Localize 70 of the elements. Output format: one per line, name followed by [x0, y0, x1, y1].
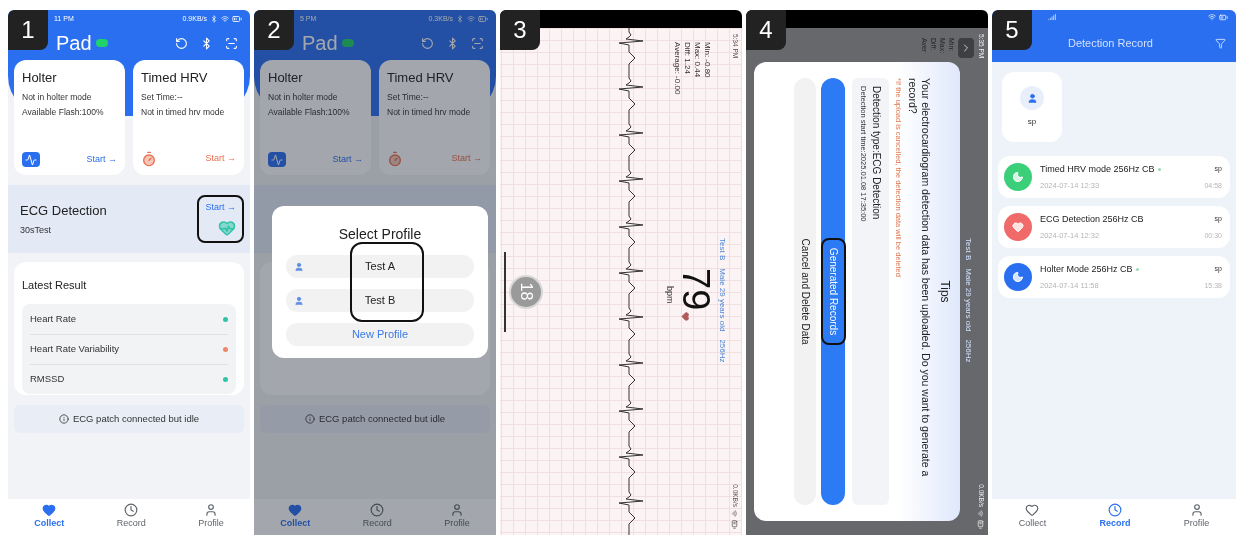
step-number-badge: 5	[992, 10, 1032, 50]
record-title: Timed HRV mode 256Hz CB	[1040, 162, 1155, 176]
notice-text: ECG patch connected but idle	[318, 411, 446, 426]
ecg-detection-card[interactable]: ECG Detection 30sTest Start →	[8, 185, 250, 253]
nav-tab[interactable]: Record	[1099, 503, 1131, 531]
step-number-badge: 1	[8, 10, 48, 50]
counter-badge: 18	[509, 274, 543, 309]
mode-card[interactable]: Holter Not in holter mode Available Flash:100% Start →	[14, 60, 125, 175]
mode-card[interactable]: Timed HRV Set Time:-- Not in timed hrv mode Start →	[379, 60, 490, 175]
card-title: ECG Detection	[20, 202, 107, 220]
metric-label: RMSSD	[30, 372, 65, 387]
card-status-text: Available Flash:100%	[268, 106, 351, 119]
stat-text: Average: -0.00	[672, 42, 682, 97]
new-profile-button[interactable]: New Profile	[286, 323, 474, 346]
subject-info: Male 29 years old	[963, 268, 974, 332]
dialog-message: Your electrocardiogram detection data has been uploaded. Do you want to generate a record?	[906, 78, 932, 479]
subject-info: Test B	[963, 238, 974, 261]
mode-card[interactable]: Timed HRV Set Time:-- Not in timed hrv mode Start →	[133, 60, 244, 175]
nav-tab[interactable]: Profile	[444, 503, 470, 531]
step-number-badge: 4	[746, 10, 786, 50]
card-title: Holter	[22, 69, 58, 87]
generate-records-button[interactable]: Generated Records	[821, 78, 846, 505]
metric-label: Heart Rate	[30, 311, 76, 326]
record-title: Holter Mode 256Hz CB	[1040, 262, 1133, 276]
record-title: ECG Detection 256Hz CB	[1040, 212, 1144, 226]
nav-tab[interactable]: Collect	[1018, 503, 1047, 531]
card-status-text: Set Time:--	[141, 90, 184, 104]
cancel-delete-button[interactable]: Cancel and Delete Data	[794, 78, 817, 505]
profile-option[interactable]: Test A	[286, 255, 474, 278]
subject-info: 256Hz	[717, 339, 728, 363]
card-title: Timed HRV	[387, 69, 455, 87]
dialog-title: Select Profile	[338, 225, 422, 244]
mode-card[interactable]: Holter Not in holter mode Available Flash:100% Start →	[260, 60, 371, 175]
heart-rate-value: 79	[676, 268, 716, 311]
page-title: Detection Record	[1068, 35, 1153, 51]
app-title: Pad	[302, 31, 338, 56]
metric-label: Heart Rate Variability	[30, 342, 120, 357]
card-status-text: Set Time:--	[387, 90, 430, 104]
stat-text: Diff: 1.24	[682, 42, 692, 76]
start-link[interactable]: Start →	[205, 201, 236, 215]
app-title: Pad	[56, 31, 92, 56]
nav-tab[interactable]: Profile	[1183, 503, 1210, 531]
subject-info: Male 29 years old	[717, 268, 728, 332]
card-status-text: Not in holter mode	[268, 90, 339, 104]
detection-detail: Detection type:ECG Detection	[869, 86, 883, 222]
card-status-text: Available Flash:100%	[22, 106, 105, 119]
card-subtitle: 30sTest	[20, 223, 53, 237]
card-status-text: Not in timed hrv mode	[387, 106, 472, 119]
subject-info: Test B	[717, 238, 728, 261]
start-link[interactable]: Start →	[86, 152, 117, 167]
card-title: Holter	[268, 69, 304, 87]
heart-rate-unit: bpm	[664, 285, 676, 304]
profile-name: sp	[1027, 116, 1037, 128]
nav-tab[interactable]: Record	[362, 503, 392, 531]
card-status-text: Not in holter mode	[22, 90, 93, 104]
nav-tab[interactable]: Collect	[34, 503, 65, 531]
profile-card[interactable]: sp	[1002, 72, 1062, 142]
stat-text: Max: 0.44	[692, 42, 702, 80]
dialog-title: Tips	[937, 280, 953, 303]
nav-tab[interactable]: Record	[116, 503, 146, 531]
notice-text: ECG patch connected but idle	[72, 411, 200, 426]
card-title: Timed HRV	[141, 69, 209, 87]
step-number-badge: 2	[254, 10, 294, 50]
step-number-badge: 3	[500, 10, 540, 50]
nav-tab[interactable]: Profile	[198, 503, 224, 531]
card-status-text: Not in timed hrv mode	[141, 106, 226, 119]
section-title: Latest Result	[22, 279, 87, 291]
subject-info: 256Hz	[963, 339, 974, 363]
stat-text: Min: -0.80	[702, 42, 712, 80]
profile-option[interactable]: Test B	[286, 289, 474, 312]
